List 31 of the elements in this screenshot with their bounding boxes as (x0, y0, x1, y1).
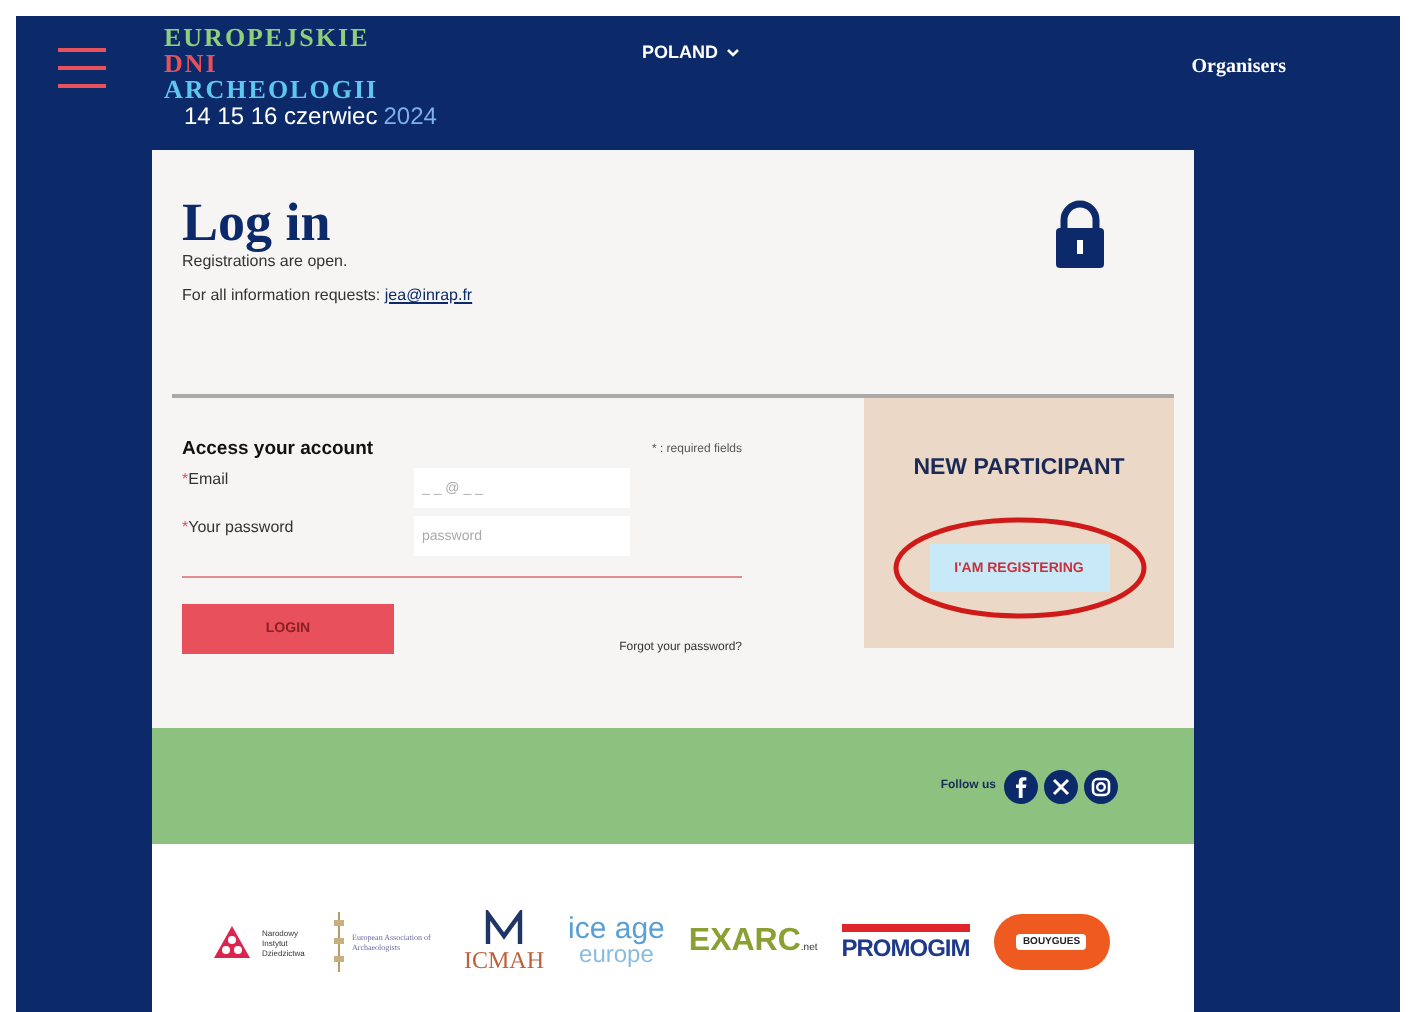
page-title: Log in (182, 196, 333, 248)
facebook-icon[interactable] (1004, 769, 1038, 803)
required-mark: * (182, 470, 189, 488)
event-dates: 14 15 16 czerwiec (184, 102, 378, 130)
country-dropdown[interactable]: POLAND (642, 42, 740, 62)
logo-text: EUROPEJSKIE (164, 24, 372, 50)
trefoil-icon (212, 924, 252, 960)
partner-name: PROMOGIM (841, 933, 970, 961)
partner-name: europe (579, 942, 654, 966)
monogram-icon (484, 909, 524, 945)
field-label: Email (188, 470, 229, 488)
partner-name: ice age (568, 918, 665, 942)
x-icon[interactable] (1044, 769, 1078, 803)
eaa-mark-icon (334, 912, 346, 972)
partner-name: ICMAH (464, 945, 545, 975)
status-text: Registrations are open. (182, 252, 350, 270)
form-heading: Access your account (182, 438, 374, 460)
logo-text: DNI (164, 50, 220, 76)
event-year: 2024 (383, 102, 437, 130)
email-link[interactable]: jea@inrap.fr (384, 286, 473, 304)
nav-link[interactable]: Organisers (1191, 56, 1286, 78)
padlock-icon (1054, 200, 1106, 268)
chevron-icon (726, 47, 740, 57)
field-label: Your password (188, 518, 294, 536)
required-mark: * (182, 518, 189, 536)
menu-icon[interactable] (58, 48, 106, 88)
instagram-icon[interactable] (1084, 769, 1118, 803)
info-text: For all information requests: (182, 286, 381, 304)
partner-name: EXARC (688, 924, 801, 960)
logo-text: ARCHEOLOGII (164, 76, 381, 102)
panel-heading: NEW PARTICIPANT (913, 456, 1125, 480)
